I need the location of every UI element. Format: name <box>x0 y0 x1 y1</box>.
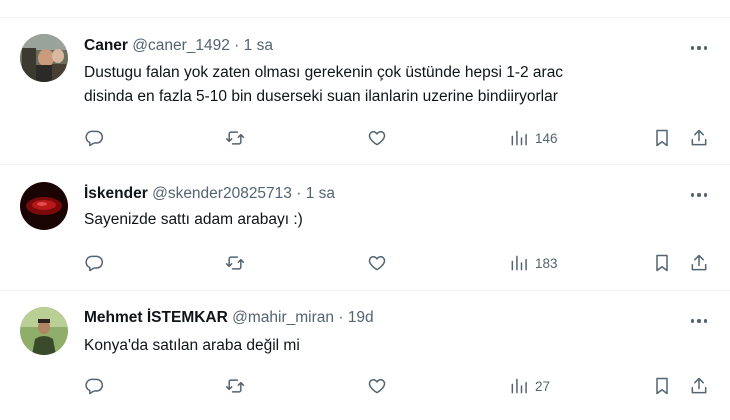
views-icon <box>511 130 527 146</box>
author-name[interactable]: İskender <box>84 185 148 202</box>
author-handle[interactable]: @skender20825713 <box>152 185 292 202</box>
reply-text-line: disinda en fazla 5-10 bin duserseki suan… <box>84 88 558 105</box>
like-button[interactable] <box>367 250 387 276</box>
views-count: 183 <box>535 255 558 271</box>
share-icon <box>691 129 707 146</box>
action-bar: 183 <box>0 250 730 276</box>
reply-text: Dustugu falan yok zaten olması gerekenin… <box>84 61 684 109</box>
views-button[interactable]: 183 <box>509 250 558 276</box>
reply-tweet-1[interactable]: Caner @caner_1492 · 1 sa Dustugu falan y… <box>0 18 730 165</box>
author-handle[interactable]: @mahir_miran <box>232 309 334 326</box>
reply-button[interactable] <box>84 373 104 399</box>
reply-icon <box>85 130 104 147</box>
reply-text-line: Konya'da satılan araba değil mi <box>84 337 300 354</box>
share-button[interactable] <box>689 373 709 399</box>
share-button[interactable] <box>689 250 709 276</box>
timestamp[interactable]: 1 sa <box>244 37 273 54</box>
bookmark-button[interactable] <box>652 125 672 151</box>
like-button[interactable] <box>367 373 387 399</box>
bookmark-icon <box>656 254 668 272</box>
retweet-button[interactable] <box>225 250 245 276</box>
retweet-button[interactable] <box>225 125 245 151</box>
views-button[interactable]: 27 <box>509 373 550 399</box>
avatar-iskender[interactable] <box>20 182 68 230</box>
retweet-icon <box>225 131 245 145</box>
share-button[interactable] <box>689 125 709 151</box>
more-icon[interactable] <box>688 311 710 331</box>
heart-icon <box>368 256 386 271</box>
bookmark-icon <box>656 129 668 147</box>
timestamp[interactable]: 1 sa <box>306 185 335 202</box>
reply-tweet-3[interactable]: Mehmet İSTEMKAR @mahir_miran · 19d Konya… <box>0 291 730 420</box>
action-bar: 27 <box>0 373 730 399</box>
reply-header: İskender @skender20825713 · 1 sa <box>84 184 335 204</box>
separator-dot: · <box>234 37 240 54</box>
reply-tweet-2[interactable]: İskender @skender20825713 · 1 sa Sayeniz… <box>0 165 730 291</box>
separator-dot: · <box>338 309 344 326</box>
reply-icon <box>85 378 104 395</box>
retweet-button[interactable] <box>225 373 245 399</box>
heart-icon <box>368 379 386 394</box>
views-icon <box>511 378 527 394</box>
author-name[interactable]: Caner <box>84 37 128 54</box>
share-icon <box>691 377 707 394</box>
author-name[interactable]: Mehmet İSTEMKAR <box>84 309 228 326</box>
retweet-icon <box>225 256 245 270</box>
heart-icon <box>368 131 386 146</box>
views-button[interactable]: 146 <box>509 125 558 151</box>
reply-text: Konya'da satılan araba değil mi <box>84 334 684 358</box>
reply-header: Caner @caner_1492 · 1 sa <box>84 36 273 56</box>
action-bar: 146 <box>0 125 730 151</box>
bookmark-button[interactable] <box>652 250 672 276</box>
reply-button[interactable] <box>84 125 104 151</box>
more-icon[interactable] <box>688 185 710 205</box>
separator-dot: · <box>296 185 302 202</box>
avatar-caner[interactable] <box>20 34 68 82</box>
reply-header: Mehmet İSTEMKAR @mahir_miran · 19d <box>84 308 374 328</box>
reply-text: Sayenizde sattı adam arabayı :) <box>84 208 684 232</box>
reply-text-line: Sayenizde sattı adam arabayı :) <box>84 211 303 228</box>
views-icon <box>511 255 527 271</box>
views-count: 146 <box>535 130 558 146</box>
author-handle[interactable]: @caner_1492 <box>132 37 230 54</box>
more-icon[interactable] <box>688 38 710 58</box>
views-count: 27 <box>535 378 551 394</box>
retweet-icon <box>225 379 245 393</box>
timestamp[interactable]: 19d <box>348 309 374 326</box>
like-button[interactable] <box>367 125 387 151</box>
reply-icon <box>85 255 104 272</box>
avatar-mehmet[interactable] <box>20 307 68 355</box>
bookmark-button[interactable] <box>652 373 672 399</box>
reply-button[interactable] <box>84 250 104 276</box>
share-icon <box>691 254 707 271</box>
bookmark-icon <box>656 377 668 395</box>
reply-text-line: Dustugu falan yok zaten olması gerekenin… <box>84 64 564 81</box>
